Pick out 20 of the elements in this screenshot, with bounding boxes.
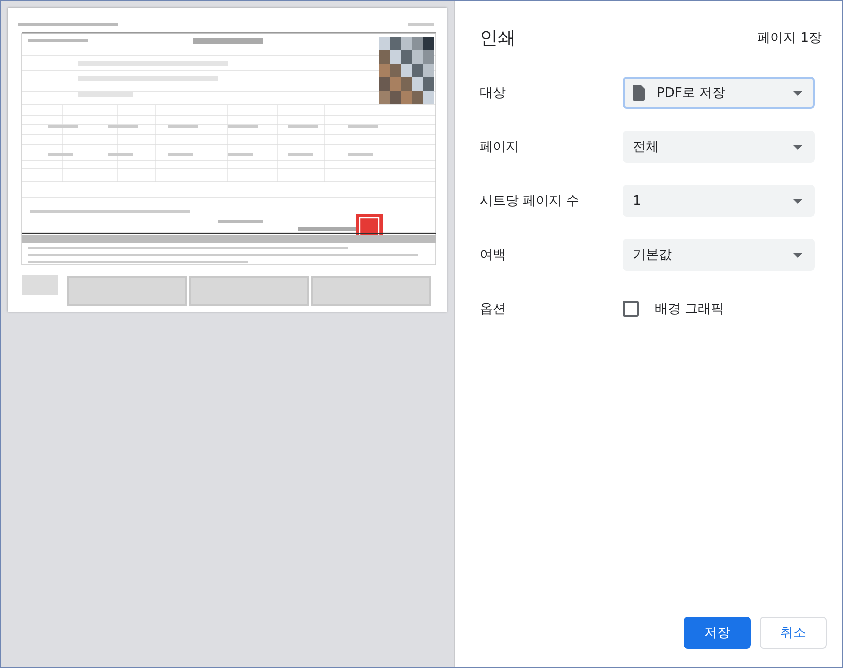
page-count: 페이지 1장 <box>758 30 822 47</box>
setting-label: 대상 <box>480 85 507 102</box>
caret-icon <box>793 90 803 96</box>
dropdown[interactable]: PDF로 저장 <box>623 77 815 109</box>
dropdown[interactable]: 1 <box>623 185 815 217</box>
cancel-button[interactable]: 취소 <box>760 617 827 649</box>
document-icon <box>633 85 645 101</box>
caret-icon <box>793 144 803 150</box>
checkbox[interactable] <box>623 301 639 317</box>
checkbox-label[interactable]: 배경 그래픽 <box>655 300 724 318</box>
dropdown[interactable]: 전체 <box>623 131 815 163</box>
setting-label: 시트당 페이지 수 <box>480 193 580 210</box>
dropdown[interactable]: 기본값 <box>623 239 815 271</box>
caret-icon <box>793 252 803 258</box>
caret-icon <box>793 198 803 204</box>
dialog-title: 인쇄 <box>480 27 516 50</box>
setting-label: 페이지 <box>480 139 520 156</box>
setting-label: 여백 <box>480 247 507 264</box>
save-button[interactable]: 저장 <box>684 617 751 649</box>
setting-label: 옵션 <box>480 301 507 318</box>
